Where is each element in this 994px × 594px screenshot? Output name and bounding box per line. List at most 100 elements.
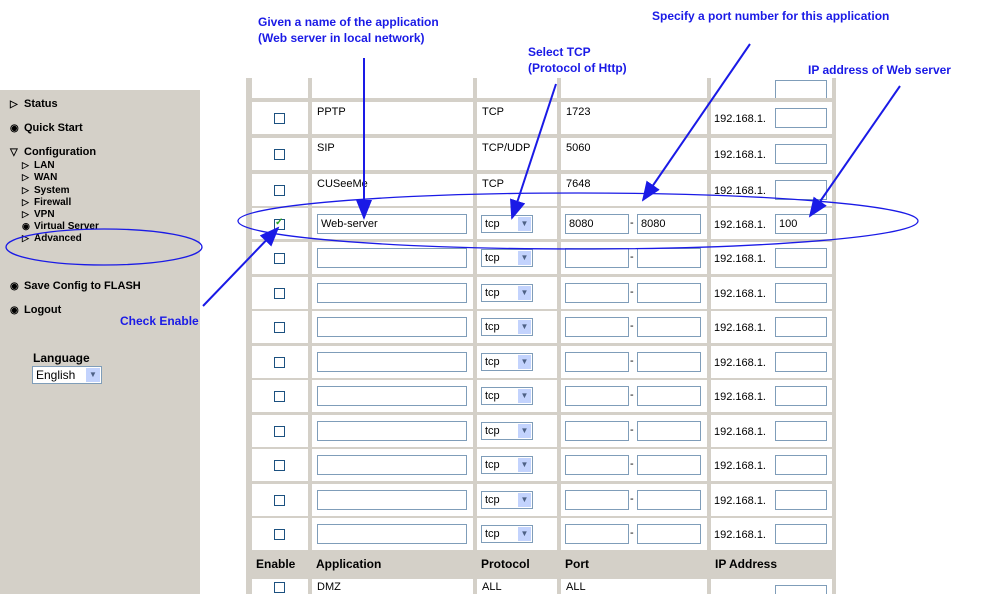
application-name-input[interactable] <box>317 386 467 406</box>
cell-protocol: ALL <box>482 581 502 593</box>
nav-item-advanced[interactable]: ▷ Advanced <box>22 233 82 244</box>
protocol-select-value: tcp <box>485 390 500 402</box>
enable-checkbox[interactable] <box>274 356 285 368</box>
protocol-select[interactable]: tcp ▼ <box>481 525 533 543</box>
enable-checkbox[interactable] <box>274 217 285 230</box>
enable-checkbox[interactable] <box>274 185 285 196</box>
port-end-input[interactable] <box>637 524 701 544</box>
ip-last-octet-input[interactable] <box>775 248 827 268</box>
port-start-input[interactable] <box>565 524 629 544</box>
enable-checkbox[interactable] <box>274 113 285 124</box>
protocol-select[interactable]: tcp ▼ <box>481 352 533 371</box>
application-name-input[interactable] <box>317 524 467 544</box>
table-row-empty-cell: 192.168.1. <box>711 276 832 309</box>
language-select[interactable]: English ▼ <box>32 366 102 384</box>
protocol-select[interactable]: tcp ▼ <box>481 215 533 233</box>
port-start-input[interactable] <box>565 386 629 406</box>
ip-last-octet-input[interactable] <box>775 524 827 544</box>
cell-protocol: TCP <box>482 178 504 190</box>
port-end-input[interactable] <box>637 489 701 510</box>
port-end-input[interactable] <box>637 248 701 268</box>
nav-item-status[interactable]: ▷ Status <box>10 98 58 111</box>
table-row-empty-cell <box>252 276 308 309</box>
port-start-input[interactable]: 8080 <box>565 214 629 234</box>
port-start-input[interactable] <box>565 248 629 268</box>
application-name-input[interactable]: Web-server <box>317 214 467 234</box>
ip-prefix-label: 192.168.1. <box>714 287 766 300</box>
port-end-input[interactable] <box>637 420 701 441</box>
protocol-select[interactable]: tcp ▼ <box>481 421 533 440</box>
ip-last-octet-input[interactable] <box>775 585 827 594</box>
ip-last-octet-input[interactable] <box>775 108 827 128</box>
ip-last-octet-input[interactable] <box>775 80 827 98</box>
ip-last-octet-input[interactable] <box>775 180 827 200</box>
application-name-input[interactable] <box>317 317 467 337</box>
nav-item-virtual-server[interactable]: ◉ Virtual Server <box>22 221 99 232</box>
protocol-select[interactable]: tcp ▼ <box>481 387 533 405</box>
column-header-port: Port <box>565 557 589 571</box>
ip-last-octet-input[interactable] <box>775 455 827 475</box>
port-range-separator: - <box>630 389 634 401</box>
ip-last-octet-input[interactable] <box>775 386 827 406</box>
table-row-cell: 7648 <box>561 174 707 206</box>
nav-item-save-config[interactable]: ◉ Save Config to FLASH <box>10 280 141 293</box>
application-name-input[interactable] <box>317 282 467 303</box>
protocol-select[interactable]: tcp ▼ <box>481 490 533 509</box>
enable-checkbox[interactable] <box>274 322 285 333</box>
nav-item-quick-start[interactable]: ◉ Quick Start <box>10 122 83 135</box>
triangle-right-icon: ▷ <box>22 209 29 219</box>
port-end-input[interactable] <box>637 282 701 303</box>
table-row-empty-cell: 192.168.1. <box>711 345 832 378</box>
enable-checkbox[interactable] <box>274 494 285 506</box>
protocol-select[interactable]: tcp ▼ <box>481 318 533 336</box>
enable-checkbox[interactable] <box>274 287 285 299</box>
protocol-select[interactable]: tcp ▼ <box>481 283 533 302</box>
application-name-input[interactable] <box>317 455 467 475</box>
port-start-input[interactable] <box>565 351 629 372</box>
nav-item-vpn[interactable]: ▷ VPN <box>22 209 55 220</box>
protocol-select[interactable]: tcp ▼ <box>481 456 533 474</box>
chevron-down-icon: ▼ <box>518 354 531 369</box>
nav-item-lan[interactable]: ▷ LAN <box>22 160 55 171</box>
port-start-input[interactable] <box>565 489 629 510</box>
enable-checkbox[interactable] <box>274 425 285 437</box>
port-end-input[interactable] <box>637 455 701 475</box>
ip-last-octet-input[interactable] <box>775 144 827 164</box>
application-name-input[interactable] <box>317 489 467 510</box>
enable-checkbox[interactable] <box>274 529 285 540</box>
virtual-server-table: PPTP TCP 1723 192.168.1. SIP TCP/UDP 5060 192.1… <box>246 78 836 594</box>
port-start-input[interactable] <box>565 282 629 303</box>
protocol-select[interactable]: tcp ▼ <box>481 249 533 267</box>
port-start-input[interactable] <box>565 420 629 441</box>
table-row-empty-cell: 192.168.1. <box>711 449 832 481</box>
nav-item-wan[interactable]: ▷ WAN <box>22 172 57 183</box>
nav-item-system[interactable]: ▷ System <box>22 185 70 196</box>
application-name-input[interactable] <box>317 248 467 268</box>
ip-last-octet-input[interactable] <box>775 282 827 303</box>
enable-checkbox[interactable] <box>274 460 285 471</box>
nav-item-configuration[interactable]: ▽ Configuration <box>10 146 96 159</box>
enable-checkbox[interactable] <box>274 253 285 264</box>
application-name-input[interactable] <box>317 351 467 372</box>
port-end-input[interactable]: 8080 <box>637 214 701 234</box>
table-row-empty-cell <box>252 449 308 481</box>
enable-checkbox[interactable] <box>274 149 285 160</box>
nav-item-firewall[interactable]: ▷ Firewall <box>22 197 71 208</box>
port-start-input[interactable] <box>565 317 629 337</box>
table-row-empty-cell: 192.168.1. <box>711 483 832 516</box>
enable-checkbox[interactable] <box>274 391 285 402</box>
ip-last-octet-input[interactable] <box>775 317 827 337</box>
port-end-input[interactable] <box>637 317 701 337</box>
enable-checkbox[interactable] <box>274 582 285 593</box>
triangle-down-icon: ▽ <box>10 147 18 158</box>
ip-last-octet-input[interactable] <box>775 489 827 510</box>
nav-item-logout[interactable]: ◉ Logout <box>10 304 61 317</box>
ip-last-octet-input[interactable] <box>775 351 827 372</box>
application-name-input[interactable] <box>317 420 467 441</box>
port-start-input[interactable] <box>565 455 629 475</box>
table-row-cell <box>252 102 308 134</box>
ip-last-octet-input[interactable]: 100 <box>775 214 827 234</box>
port-end-input[interactable] <box>637 351 701 372</box>
port-end-input[interactable] <box>637 386 701 406</box>
ip-last-octet-input[interactable] <box>775 420 827 441</box>
